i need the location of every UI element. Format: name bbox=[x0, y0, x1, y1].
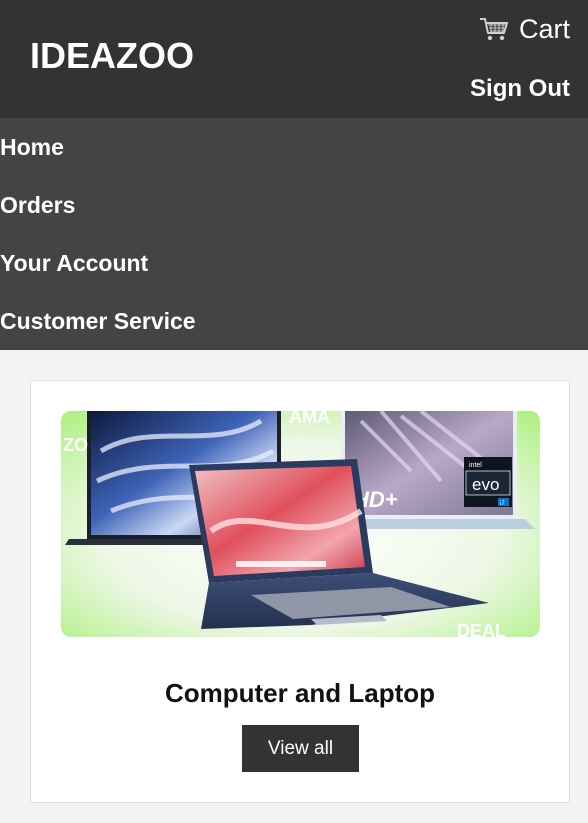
view-all-button[interactable]: View all bbox=[242, 725, 359, 772]
deal-text: DEAL bbox=[457, 621, 506, 637]
intel-text: intel bbox=[469, 462, 482, 469]
category-title: Computer and Laptop bbox=[164, 678, 436, 708]
nav-item-orders[interactable]: Orders bbox=[0, 176, 588, 234]
cart-label: Cart bbox=[518, 14, 570, 44]
cart-icon bbox=[479, 18, 509, 41]
laptops-image[interactable]: HD+ intel evo i7 AMA ZO DEAL bbox=[61, 411, 540, 637]
cart-link[interactable]: Cart bbox=[479, 12, 570, 46]
zo-text: ZO bbox=[63, 435, 88, 455]
header: IDEAZOO Cart Sign Out bbox=[0, 0, 588, 118]
nav-item-your-account[interactable]: Your Account bbox=[0, 234, 588, 292]
nav-item-home[interactable]: Home bbox=[0, 118, 588, 176]
evo-text: evo bbox=[472, 475, 499, 494]
category-card: HD+ intel evo i7 AMA ZO DEAL Computer an… bbox=[30, 380, 570, 803]
i7-text: i7 bbox=[500, 501, 505, 507]
ama-text: AMA bbox=[289, 411, 330, 427]
brand-logo[interactable]: IDEAZOO bbox=[30, 36, 194, 76]
main-nav: Home Orders Your Account Customer Servic… bbox=[0, 118, 588, 350]
laptops-illustration: HD+ intel evo i7 AMA ZO DEAL bbox=[61, 411, 540, 637]
nav-item-customer-service[interactable]: Customer Service bbox=[0, 292, 588, 350]
sign-out-link[interactable]: Sign Out bbox=[470, 74, 570, 104]
